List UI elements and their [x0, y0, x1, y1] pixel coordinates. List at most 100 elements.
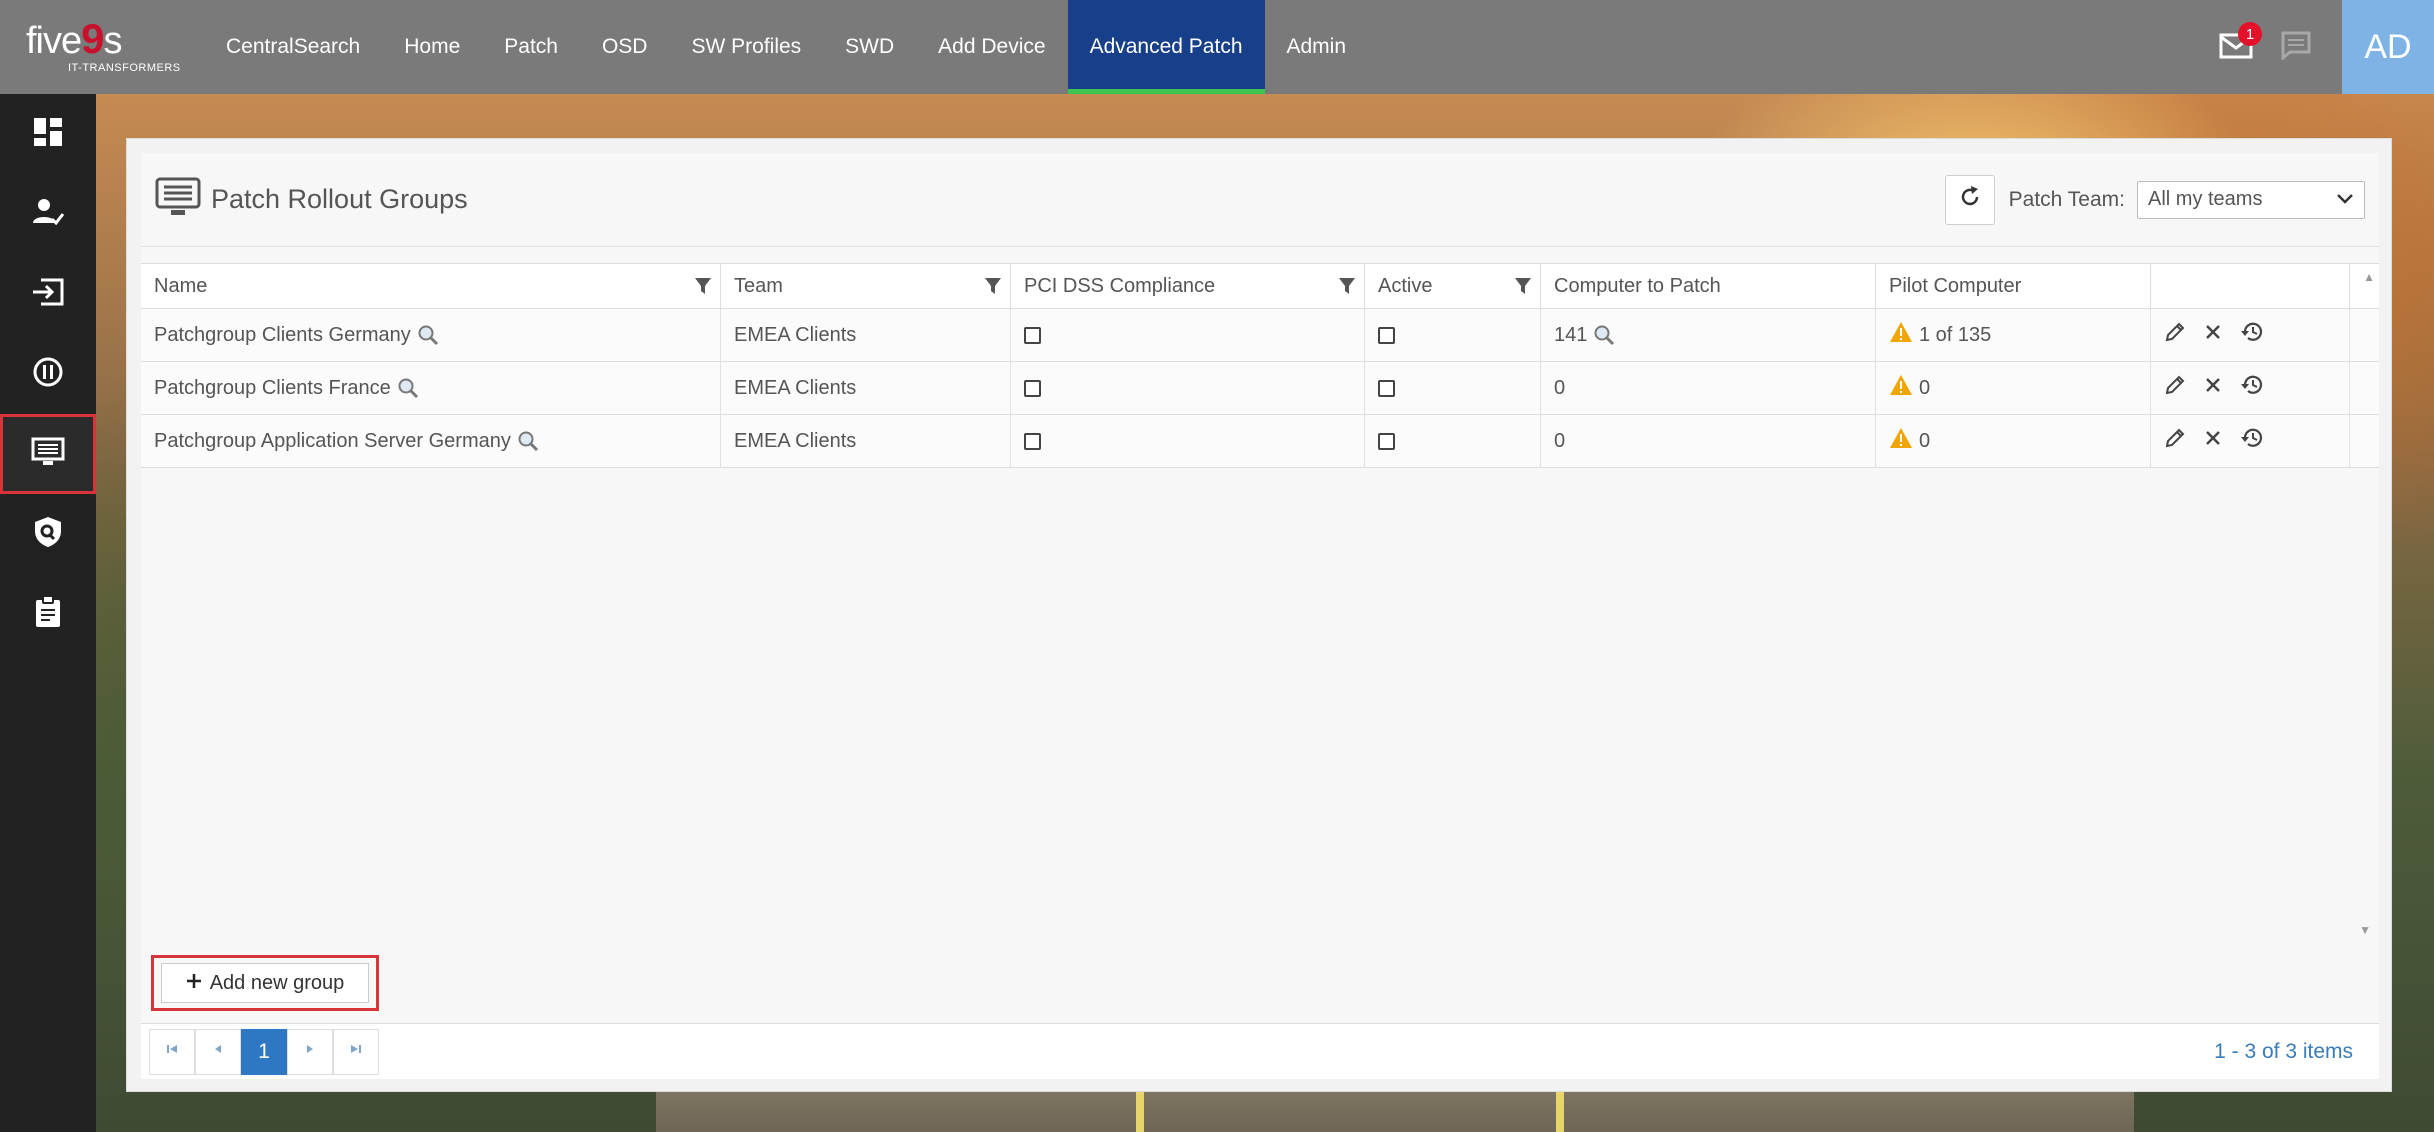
notifications-button[interactable]: 1: [2206, 0, 2266, 94]
cell-pci-dss: [1011, 415, 1365, 467]
column-header-name[interactable]: Name: [141, 264, 721, 308]
table-row[interactable]: Patchgroup Application Server Germany EM…: [141, 415, 2379, 468]
patch-groups-table: Name Team PCI DSS Compliance Active Comp…: [141, 263, 2379, 945]
refresh-button[interactable]: [1944, 174, 1995, 225]
scrollbar-track[interactable]: ▲: [2350, 264, 2379, 308]
sidebar-item-security-search[interactable]: [0, 494, 96, 574]
filter-icon[interactable]: [694, 277, 712, 301]
scrollbar-track[interactable]: [2350, 362, 2379, 414]
monitor-list-icon: [31, 437, 65, 472]
logo[interactable]: five9s IT-TRANSFORMERS: [0, 0, 200, 94]
nav-item-patch[interactable]: Patch: [482, 0, 580, 94]
column-header-pci-dss[interactable]: PCI DSS Compliance: [1011, 264, 1365, 308]
first-page-button[interactable]: [149, 1028, 195, 1075]
history-icon[interactable]: [2240, 321, 2264, 349]
panel-content: Patch Rollout Groups Patch Team: All my …: [141, 153, 2379, 1079]
pci-dss-checkbox[interactable]: [1024, 379, 1041, 397]
group-name: Patchgroup Application Server Germany: [154, 429, 511, 452]
cell-active: [1365, 415, 1541, 467]
pilot-count: 0: [1919, 376, 1931, 399]
nav-item-home[interactable]: Home: [382, 0, 482, 94]
warning-icon: [1889, 374, 1913, 402]
skip-last-icon: [349, 1042, 363, 1061]
nav-item-sw-profiles[interactable]: SW Profiles: [669, 0, 823, 94]
notification-badge: 1: [2238, 22, 2262, 46]
nav-item-admin[interactable]: Admin: [1265, 0, 1369, 94]
filter-icon[interactable]: [984, 277, 1002, 301]
sidebar-item-patch-rollout-groups[interactable]: [0, 414, 96, 494]
pci-dss-checkbox[interactable]: [1024, 432, 1041, 450]
pci-dss-checkbox[interactable]: [1024, 326, 1041, 344]
sidebar-item-input[interactable]: [0, 254, 96, 334]
nav-item-add-device[interactable]: Add Device: [916, 0, 1067, 94]
user-avatar[interactable]: AD: [2342, 0, 2434, 94]
close-icon[interactable]: [2204, 429, 2222, 453]
chat-button[interactable]: [2266, 0, 2326, 94]
active-checkbox[interactable]: [1378, 326, 1395, 344]
edit-pencil-icon[interactable]: [2164, 427, 2186, 455]
sidebar-item-clipboard[interactable]: [0, 574, 96, 654]
magnifier-icon[interactable]: [417, 324, 439, 346]
column-header-active[interactable]: Active: [1365, 264, 1541, 308]
column-header-actions: [2151, 264, 2350, 308]
close-icon[interactable]: [2204, 376, 2222, 400]
add-new-group-button[interactable]: Add new group: [161, 963, 369, 1003]
last-page-button[interactable]: [333, 1028, 379, 1075]
triangle-left-icon: [211, 1042, 225, 1061]
page-title: Patch Rollout Groups: [211, 184, 468, 214]
column-label: Team: [734, 274, 783, 297]
computers-count: 0: [1554, 376, 1566, 399]
magnifier-icon[interactable]: [397, 377, 419, 399]
scroll-down-icon[interactable]: ▼: [2359, 923, 2371, 937]
sidebar-item-dashboard[interactable]: [0, 94, 96, 174]
magnifier-icon[interactable]: [517, 430, 539, 452]
pause-circle-icon: [32, 356, 64, 393]
nav-item-advanced-patch[interactable]: Advanced Patch: [1067, 0, 1265, 94]
cell-computer-to-patch: 0: [1541, 415, 1876, 467]
panel-header-tools: Patch Team: All my teams: [1944, 174, 2365, 225]
panel-header: Patch Rollout Groups Patch Team: All my …: [141, 153, 2379, 247]
column-header-computer-to-patch[interactable]: Computer to Patch: [1541, 264, 1876, 308]
triangle-right-icon: [303, 1042, 317, 1061]
warning-icon: [1889, 321, 1913, 349]
magnifier-icon[interactable]: [1593, 324, 1615, 346]
history-icon[interactable]: [2240, 374, 2264, 402]
cell-team: EMEA Clients: [721, 309, 1011, 361]
logo-text-left: five: [26, 20, 82, 62]
patch-team-label: Patch Team:: [2008, 187, 2125, 211]
active-checkbox[interactable]: [1378, 432, 1395, 450]
chevron-down-icon: [2336, 188, 2354, 211]
scrollbar-track[interactable]: [2350, 415, 2379, 467]
clipboard-icon: [34, 594, 62, 634]
column-label: Pilot Computer: [1889, 274, 2022, 297]
nav-item-swd[interactable]: SWD: [823, 0, 916, 94]
page-number-button[interactable]: 1: [241, 1028, 287, 1075]
table-row[interactable]: Patchgroup Clients France EMEA Clients 0…: [141, 362, 2379, 415]
previous-page-button[interactable]: [195, 1028, 241, 1075]
column-header-pilot-computer[interactable]: Pilot Computer: [1876, 264, 2151, 308]
pilot-count: 1 of 135: [1919, 323, 1992, 346]
filter-icon[interactable]: [1514, 277, 1532, 301]
nav-item-centralsearch[interactable]: CentralSearch: [204, 0, 382, 94]
nav-item-osd[interactable]: OSD: [580, 0, 670, 94]
edit-pencil-icon[interactable]: [2164, 321, 2186, 349]
edit-pencil-icon[interactable]: [2164, 374, 2186, 402]
column-header-team[interactable]: Team: [721, 264, 1011, 308]
active-checkbox[interactable]: [1378, 379, 1395, 397]
sidebar-item-pause[interactable]: [0, 334, 96, 414]
patch-team-select[interactable]: All my teams: [2137, 180, 2365, 219]
column-label: Name: [154, 274, 208, 297]
table-row[interactable]: Patchgroup Clients Germany EMEA Clients …: [141, 309, 2379, 362]
history-icon[interactable]: [2240, 427, 2264, 455]
cell-active: [1365, 309, 1541, 361]
cell-pilot-computer: 0: [1876, 362, 2151, 414]
column-label: Computer to Patch: [1554, 274, 1721, 297]
sidebar-item-user-check[interactable]: [0, 174, 96, 254]
filter-icon[interactable]: [1338, 277, 1356, 301]
top-navigation-bar: five9s IT-TRANSFORMERS CentralSearch Hom…: [0, 0, 2434, 94]
close-icon[interactable]: [2204, 323, 2222, 347]
scroll-up-icon[interactable]: ▲: [2363, 270, 2375, 284]
pagination-bar: 1 1 - 3 of 3 items: [141, 1023, 2379, 1079]
scrollbar-track[interactable]: [2350, 309, 2379, 361]
next-page-button[interactable]: [287, 1028, 333, 1075]
